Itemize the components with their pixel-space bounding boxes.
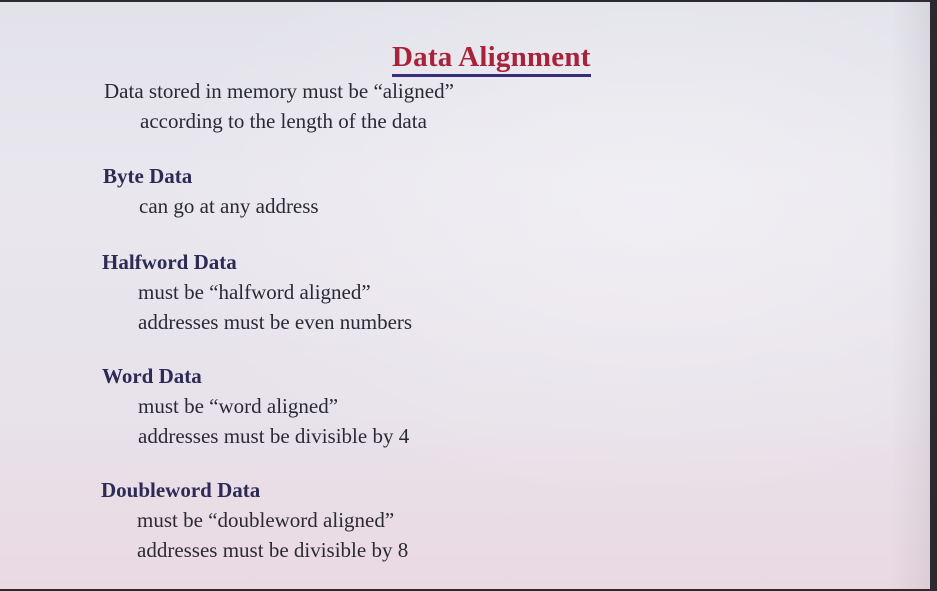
section-heading: Halfword Data — [102, 250, 237, 274]
section-line: addresses must be divisible by 8 — [137, 538, 409, 562]
slide: Data Alignment Data stored in memory mus… — [0, 2, 930, 589]
section-line: must be “halfword aligned” — [138, 280, 371, 304]
section-byte-data: Byte Data can go at any address — [103, 161, 319, 221]
section-heading: Word Data — [102, 364, 202, 388]
section-line: addresses must be even numbers — [138, 310, 413, 334]
section-heading: Byte Data — [103, 164, 193, 188]
section-line: can go at any address — [139, 194, 319, 218]
section-halfword-data: Halfword Data must be “halfword aligned”… — [102, 247, 412, 337]
intro-line-1: Data stored in memory must be “aligned” — [104, 79, 454, 103]
section-word-data: Word Data must be “word aligned” address… — [102, 361, 409, 451]
section-doubleword-data: Doubleword Data must be “doubleword alig… — [101, 475, 408, 565]
section-line: must be “doubleword aligned” — [137, 508, 395, 532]
intro-text: Data stored in memory must be “aligned” … — [104, 76, 454, 136]
slide-title: Data Alignment — [392, 40, 591, 77]
section-line: must be “word aligned” — [138, 394, 339, 418]
section-heading: Doubleword Data — [101, 478, 261, 502]
section-line: addresses must be divisible by 4 — [138, 424, 410, 448]
intro-line-2: according to the length of the data — [140, 109, 427, 133]
